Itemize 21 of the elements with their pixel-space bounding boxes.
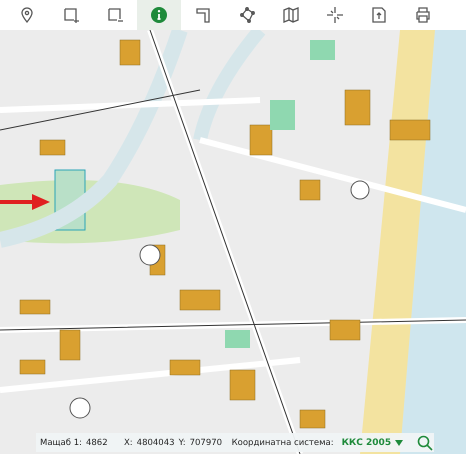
crosshair-icon <box>326 6 344 24</box>
arrow-marker <box>0 192 50 212</box>
rectangle-minus-icon <box>106 6 124 24</box>
crs-dropdown[interactable]: ККС 2005 <box>342 438 392 448</box>
polygon-icon <box>238 6 256 24</box>
crs-label: Координатна система: <box>232 438 334 448</box>
y-coordinate: 707970 <box>190 438 224 448</box>
print-icon <box>414 6 432 24</box>
scale-label: Мащаб 1: <box>40 438 82 448</box>
info-icon <box>150 6 168 24</box>
map-icon <box>282 6 300 24</box>
scale-value: 4862 <box>86 438 109 448</box>
document-icon <box>370 6 388 24</box>
search-icon[interactable] <box>417 434 434 450</box>
y-label: Y: <box>178 438 186 448</box>
rectangle-plus-icon <box>62 6 80 24</box>
x-coordinate: 4804043 <box>136 438 175 448</box>
caret-icon[interactable] <box>395 440 404 446</box>
corner-line-icon <box>194 6 212 24</box>
tool-button[interactable] <box>137 0 181 30</box>
x-label: X: <box>124 438 133 448</box>
